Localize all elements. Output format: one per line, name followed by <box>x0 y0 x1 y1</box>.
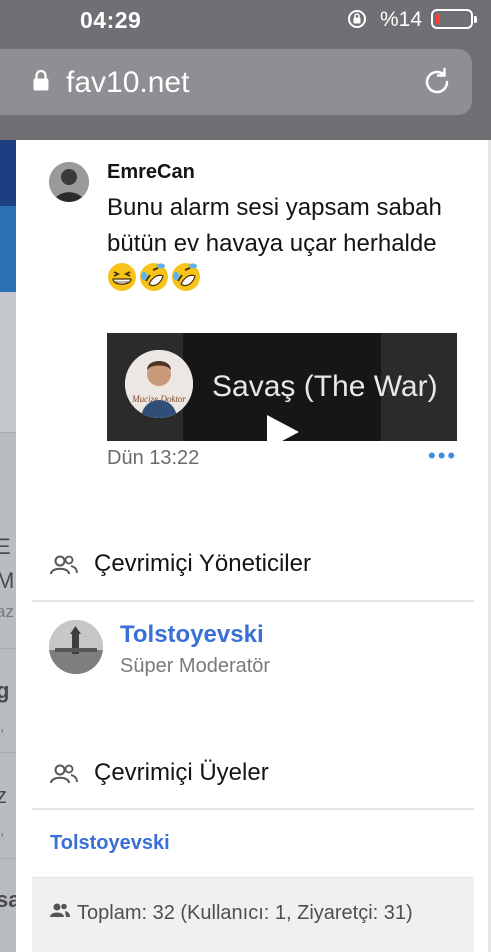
rolling-laughing-icon <box>140 263 168 291</box>
address-bar[interactable]: fav10.net <box>0 49 472 115</box>
users-icon <box>50 764 78 784</box>
channel-logo-text: Mucize Doktor <box>131 394 186 404</box>
bg-text-fragment: M <box>0 568 15 593</box>
bg-text-fragment: az <box>0 602 14 621</box>
video-embed[interactable]: Mucize Doktor Savaş (The War) <box>107 333 457 441</box>
section-title: Çevrimiçi Yöneticiler <box>94 550 311 577</box>
status-time: 04:29 <box>80 7 142 33</box>
battery-percent: %14 <box>380 8 423 31</box>
avatar[interactable] <box>49 620 103 674</box>
channel-logo: Mucize Doktor <box>125 350 193 418</box>
sidebar-panel: EmreCan Bunu alarm sesi yapsam sabah büt… <box>16 140 491 952</box>
divider <box>32 808 474 810</box>
bg-text-fragment: z <box>0 783 7 808</box>
status-bar: 04:29 %14 <box>0 0 491 40</box>
online-member-link[interactable]: Tolstoyevski <box>50 832 170 855</box>
divider <box>32 600 474 602</box>
staff-member: Tolstoyevski Süper Moderatör <box>16 620 491 690</box>
more-options-icon[interactable]: ••• <box>428 443 457 469</box>
post-message-text: Bunu alarm sesi yapsam sabah bütün ev ha… <box>107 194 442 257</box>
post-message: Bunu alarm sesi yapsam sabah bütün ev ha… <box>107 190 467 298</box>
staff-name[interactable]: Tolstoyevski <box>120 621 264 649</box>
video-title: Savaş (The War) <box>212 370 438 403</box>
bg-text-fragment: l, <box>0 716 5 735</box>
background-page: E M az g l, z l, sa <box>0 140 16 952</box>
section-title: Çevrimiçi Üyeler <box>94 759 269 786</box>
battery-icon <box>431 9 477 29</box>
grinning-squinting-face-icon <box>108 263 136 291</box>
users-icon <box>50 555 78 575</box>
rotation-lock-icon <box>348 10 366 28</box>
post-username[interactable]: EmreCan <box>107 161 195 184</box>
bg-text-fragment: sa <box>0 887 16 912</box>
totals-text: Toplam: 32 (Kullanıcı: 1, Ziyaretçi: 31) <box>77 902 413 924</box>
bg-text-fragment: g <box>0 678 10 703</box>
address-url[interactable]: fav10.net <box>66 66 189 100</box>
rolling-laughing-icon <box>172 263 200 291</box>
padlock-icon <box>33 69 49 91</box>
online-totals: Toplam: 32 (Kullanıcı: 1, Ziyaretçi: 31) <box>32 877 474 952</box>
bg-text-fragment: l, <box>0 820 5 839</box>
post-time[interactable]: Dün 13:22 <box>107 447 199 470</box>
avatar[interactable] <box>49 162 89 202</box>
play-icon[interactable] <box>267 415 299 441</box>
bg-text-fragment: E <box>0 534 11 559</box>
reload-icon[interactable] <box>421 66 453 98</box>
staff-role: Süper Moderatör <box>120 655 271 677</box>
browser-chrome: fav10.net <box>0 40 491 140</box>
